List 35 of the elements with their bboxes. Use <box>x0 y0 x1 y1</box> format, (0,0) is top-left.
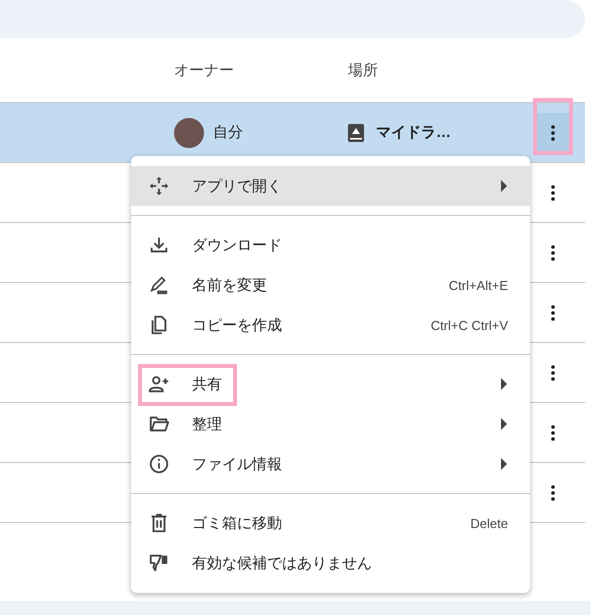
shortcut-text: Ctrl+C Ctrl+V <box>430 318 508 332</box>
more-icon <box>551 124 555 140</box>
shortcut-text: Delete <box>470 516 508 530</box>
column-header[interactable]: オーナー <box>174 60 234 80</box>
column-header[interactable]: 場所 <box>348 60 378 80</box>
menu-item[interactable]: 整理 <box>131 404 530 444</box>
thumbs-down-icon <box>148 552 170 574</box>
menu-item[interactable]: ダウンロード <box>131 225 530 265</box>
submenu-arrow-icon <box>500 418 508 430</box>
menu-item[interactable]: ゴミ箱に移動 Delete <box>131 503 530 543</box>
menu-item[interactable]: 有効な候補ではありません <box>131 543 530 583</box>
more-icon <box>551 244 555 260</box>
more-icon <box>551 364 555 380</box>
more-icon <box>551 424 555 440</box>
submenu-arrow-icon <box>500 180 508 192</box>
pencil-icon <box>148 274 170 296</box>
location-text: マイドラ… <box>376 123 451 142</box>
submenu-arrow-icon <box>500 378 508 390</box>
menu-item[interactable]: 名前を変更 Ctrl+Alt+E <box>131 265 530 305</box>
file-row[interactable]: 自分 マイドラ… <box>0 103 585 163</box>
info-icon <box>148 453 170 475</box>
menu-item[interactable]: 共有 <box>131 364 530 404</box>
avatar-circle <box>174 118 204 148</box>
more-icon <box>551 304 555 320</box>
owner-text: 自分 <box>213 123 243 142</box>
drive-icon <box>348 124 364 142</box>
more-icon <box>551 484 555 500</box>
person-add-icon <box>148 373 170 395</box>
submenu-arrow-icon <box>500 458 508 470</box>
menu-item[interactable]: アプリで開く <box>131 166 530 206</box>
more-icon <box>551 184 555 200</box>
shortcut-text: Ctrl+Alt+E <box>448 278 508 292</box>
menu-item[interactable]: コピーを作成 Ctrl+C Ctrl+V <box>131 305 530 345</box>
menu-item[interactable]: ファイル情報 <box>131 444 530 484</box>
move-icon <box>148 175 170 197</box>
